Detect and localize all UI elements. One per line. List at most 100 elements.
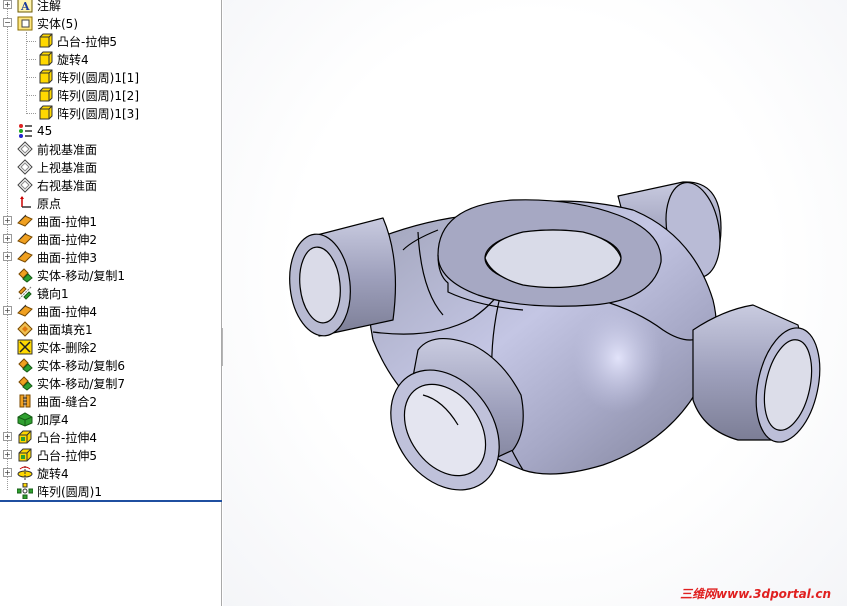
tree-item-label: 曲面-拉伸2 [37,232,97,247]
plane-icon [17,159,33,175]
tree-line [26,59,36,60]
move-copy-icon [18,376,33,391]
tree-item-feature[interactable]: 凸台-拉伸4 [17,428,97,446]
tree-item-label: 45 [37,124,53,138]
four-way-pipe-cross-model [289,181,821,491]
expand-toggle[interactable]: + [3,0,12,9]
expand-toggle[interactable]: + [3,432,12,441]
tree-item-origin[interactable]: 原点 [17,194,61,212]
solid-body-icon [39,69,53,84]
tree-item-feature[interactable]: 实体-删除2 [17,338,97,356]
solid-body-icon [39,105,53,120]
tree-item-label: 实体-删除2 [37,340,97,355]
tree-item-label: 曲面-拉伸4 [37,304,97,319]
tree-item-feature[interactable]: 加厚4 [17,410,69,428]
tree-item-feature[interactable]: 曲面-拉伸3 [17,248,97,266]
tree-item-label: 阵列(圆周)1 [37,484,102,499]
solid-body-icon [39,87,53,102]
tree-item-label: 曲面-拉伸3 [37,250,97,265]
tree-line [26,32,27,112]
tree-item-feature[interactable]: 曲面填充1 [17,320,93,338]
expand-toggle[interactable]: + [3,234,12,243]
material-icon [19,124,32,138]
knit-surface-icon [19,394,31,408]
tree-item-label: 上视基准面 [37,160,98,175]
tree-item-right-plane[interactable]: 右视基准面 [17,176,97,194]
move-copy-icon [18,358,33,373]
thicken-icon [17,412,33,427]
tree-item-label: 凸台-拉伸5 [57,34,117,49]
tree-item-feature[interactable]: 实体-移动/复制1 [17,266,125,284]
solid-bodies-folder-icon [17,16,33,31]
tree-item-solid-bodies[interactable]: 实体(5) [17,14,78,32]
tree-item-feature[interactable]: 曲面-拉伸1 [17,212,97,230]
expand-toggle[interactable]: + [3,252,12,261]
tree-item-material[interactable]: 45 [17,122,52,140]
boss-extrude-icon [18,448,32,462]
surface-fill-icon [17,321,33,337]
tree-item-body[interactable]: 阵列(圆周)1[2] [37,86,139,104]
tree-item-body[interactable]: 阵列(圆周)1[1] [37,68,139,86]
tree-item-label: 镜向1 [37,286,69,301]
expand-toggle[interactable]: + [3,306,12,315]
tree-item-label: 旋转4 [57,52,89,67]
rollback-bar[interactable] [0,500,222,502]
solid-body-icon [39,33,53,48]
tree-item-body[interactable]: 旋转4 [37,50,89,68]
tree-item-label: 实体-移动/复制7 [37,376,126,391]
tree-item-label: 注解 [37,0,62,13]
tree-item-label: 凸台-拉伸4 [37,430,97,445]
circular-pattern-icon [17,483,33,499]
tree-item-top-plane[interactable]: 上视基准面 [17,158,97,176]
tree-line [26,95,36,96]
tree-item-label: 右视基准面 [37,178,98,193]
graphics-area[interactable]: 三维网www.3dportal.cn [223,0,847,606]
surface-extrude-icon [17,304,33,317]
tree-item-label: 旋转4 [37,466,69,481]
tree-item-label: 阵列(圆周)1[2] [57,88,139,103]
tree-item-body[interactable]: 凸台-拉伸5 [37,32,117,50]
tree-item-feature[interactable]: 旋转4 [17,464,69,482]
revolve-icon [17,466,33,480]
tree-item-label: 原点 [37,196,62,211]
tree-item-label: 实体(5) [37,16,78,31]
surface-extrude-icon [17,214,33,227]
tree-item-front-plane[interactable]: 前视基准面 [17,140,97,158]
plane-icon [17,141,33,157]
tree-item-label: 曲面-拉伸1 [37,214,97,229]
tree-item-feature[interactable]: 曲面-拉伸2 [17,230,97,248]
solid-body-icon [39,51,53,66]
origin-icon [20,196,31,208]
tree-line [26,113,36,114]
tree-item-feature[interactable]: 凸台-拉伸5 [17,446,97,464]
tree-item-feature[interactable]: 镜向1 [17,284,69,302]
tree-item-feature[interactable]: 曲面-缝合2 [17,392,97,410]
tree-item-label: 实体-移动/复制6 [37,358,126,373]
watermark-text: 三维网www.3dportal.cn [680,587,831,601]
boss-extrude-icon [18,430,32,444]
collapse-toggle[interactable]: − [3,18,12,27]
svg-text:A: A [20,0,30,13]
tree-item-body[interactable]: 阵列(圆周)1[3] [37,104,139,122]
expand-toggle[interactable]: + [3,216,12,225]
tree-item-feature[interactable]: 阵列(圆周)1 [17,482,102,500]
expand-toggle[interactable]: + [3,468,12,477]
tree-item-annotations[interactable]: A 注解 [17,0,61,14]
surface-extrude-icon [17,250,33,263]
move-copy-icon [18,268,33,283]
feature-manager-tree: + − + + + + + + + A 注解 实体(5) 凸台-拉伸5 旋转4 … [0,0,222,606]
annotation-icon: A [17,0,33,13]
tree-line [26,77,36,78]
tree-item-label: 加厚4 [37,412,69,427]
tree-item-label: 曲面填充1 [37,322,93,337]
tree-item-feature[interactable]: 实体-移动/复制7 [17,374,125,392]
tree-item-feature[interactable]: 曲面-拉伸4 [17,302,97,320]
tree-item-label: 阵列(圆周)1[3] [57,106,139,121]
tree-item-feature[interactable]: 实体-移动/复制6 [17,356,125,374]
tree-item-label: 阵列(圆周)1[1] [57,70,139,85]
tree-item-label: 前视基准面 [37,142,98,157]
tree-line [26,41,36,42]
expand-toggle[interactable]: + [3,450,12,459]
surface-extrude-icon [17,232,33,245]
tree-item-label: 实体-移动/复制1 [37,268,126,283]
